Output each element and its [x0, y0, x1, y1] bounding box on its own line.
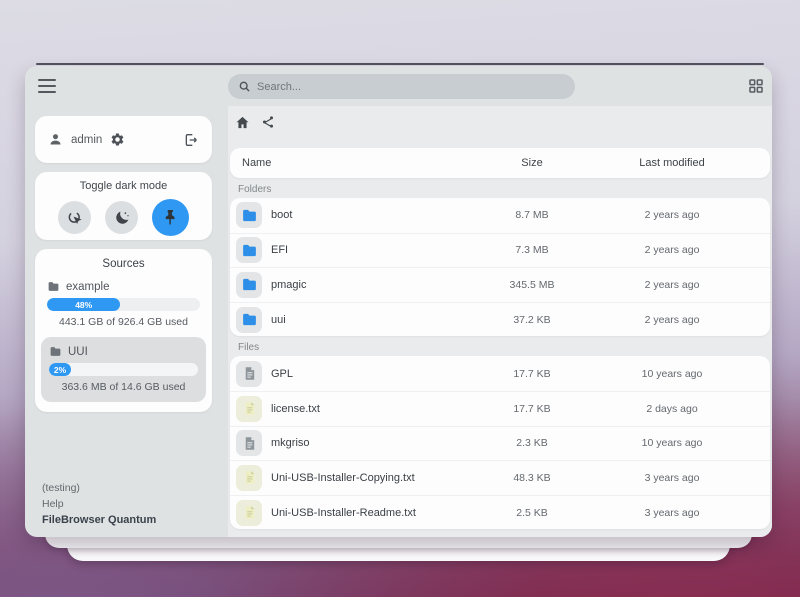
file-list-card: boot 8.7 MB 2 years ago — [230, 198, 770, 336]
file-type-icon — [236, 307, 262, 333]
source-item[interactable]: example 48% 443.1 GB of 926.4 GB used — [35, 276, 212, 328]
source-item[interactable]: UUI 2% 363.6 MB of 14.6 GB used — [41, 337, 206, 402]
column-modified[interactable]: Last modified — [582, 157, 762, 169]
section-label: Files — [238, 342, 772, 353]
username-label: admin — [71, 134, 102, 146]
auto-mode-icon[interactable] — [58, 201, 91, 234]
file-type-icon — [236, 396, 262, 422]
file-modified: 3 years ago — [582, 507, 762, 519]
sources-card: Sources example 48% 443.1 GB of 926.4 GB… — [35, 249, 212, 412]
user-icon — [48, 132, 63, 147]
file-list-card: GPL 17.7 KB 10 years ago — [230, 356, 770, 529]
pin-mode-icon[interactable] — [152, 199, 189, 236]
file-type-icon — [236, 272, 262, 298]
file-name: license.txt — [271, 403, 320, 415]
file-modified: 10 years ago — [582, 368, 762, 380]
file-type-icon — [236, 465, 262, 491]
file-size: 17.7 KB — [482, 403, 582, 415]
folder-icon — [47, 280, 60, 293]
file-row[interactable]: boot 8.7 MB 2 years ago — [230, 198, 770, 233]
file-type-icon — [236, 430, 262, 456]
usage-percent: 2% — [54, 365, 66, 375]
file-modified: 2 years ago — [582, 314, 762, 326]
folder-icon — [49, 345, 62, 358]
top-bar — [25, 66, 772, 106]
file-name: GPL — [271, 368, 293, 380]
file-size: 8.7 MB — [482, 209, 582, 221]
breadcrumb — [228, 106, 772, 132]
menu-icon[interactable] — [38, 79, 56, 93]
file-size: 17.7 KB — [482, 368, 582, 380]
file-modified: 3 years ago — [582, 472, 762, 484]
usage-percent: 48% — [75, 300, 92, 310]
file-modified: 2 years ago — [582, 279, 762, 291]
dark-mode-card: Toggle dark mode — [35, 172, 212, 240]
share-icon[interactable] — [261, 115, 275, 129]
file-row[interactable]: Uni-USB-Installer-Readme.txt 2.5 KB 3 ye… — [230, 495, 770, 530]
file-modified: 2 days ago — [582, 403, 762, 415]
sources-list: example 48% 443.1 GB of 926.4 GB used UU… — [35, 276, 212, 402]
file-name: EFI — [271, 244, 288, 256]
file-size: 2.5 KB — [482, 507, 582, 519]
file-row[interactable]: EFI 7.3 MB 2 years ago — [230, 233, 770, 268]
sidebar-footer: (testing) Help FileBrowser Quantum — [42, 480, 156, 528]
listing-sections: Folders b — [228, 184, 772, 529]
file-row[interactable]: license.txt 17.7 KB 2 days ago — [230, 391, 770, 426]
grid-view-icon[interactable] — [748, 78, 764, 94]
file-row[interactable]: pmagic 345.5 MB 2 years ago — [230, 267, 770, 302]
file-row[interactable]: uui 37.2 KB 2 years ago — [230, 302, 770, 337]
sources-title: Sources — [35, 258, 212, 270]
version-link[interactable]: (testing) — [42, 480, 156, 496]
file-size: 37.2 KB — [482, 314, 582, 326]
file-name: uui — [271, 314, 286, 326]
user-card: admin — [35, 116, 212, 163]
sidebar: admin Toggle dark mode — [25, 106, 228, 537]
file-name: boot — [271, 209, 292, 221]
file-listing-panel: Name Size Last modified Folders — [228, 106, 772, 537]
source-name: UUI — [68, 346, 88, 358]
section-label: Folders — [238, 184, 772, 195]
settings-gear-icon[interactable] — [110, 132, 125, 147]
column-size[interactable]: Size — [482, 157, 582, 169]
file-type-icon — [236, 500, 262, 526]
file-name: mkgriso — [271, 437, 310, 449]
file-size: 48.3 KB — [482, 472, 582, 484]
home-icon[interactable] — [235, 115, 250, 130]
file-type-icon — [236, 202, 262, 228]
file-row[interactable]: GPL 17.7 KB 10 years ago — [230, 356, 770, 391]
background-card-edge — [36, 63, 764, 65]
file-modified: 10 years ago — [582, 437, 762, 449]
source-name: example — [66, 281, 109, 293]
search-icon — [238, 80, 251, 93]
file-row[interactable]: Uni-USB-Installer-Copying.txt 48.3 KB 3 … — [230, 460, 770, 495]
list-header: Name Size Last modified — [230, 148, 770, 178]
file-modified: 2 years ago — [582, 244, 762, 256]
file-name: Uni-USB-Installer-Readme.txt — [271, 507, 416, 519]
file-size: 2.3 KB — [482, 437, 582, 449]
search-input[interactable] — [257, 81, 565, 93]
app-window: admin Toggle dark mode — [25, 66, 772, 537]
file-size: 345.5 MB — [482, 279, 582, 291]
listing-section: Files GPL — [228, 342, 772, 529]
file-size: 7.3 MB — [482, 244, 582, 256]
listing-section: Folders b — [228, 184, 772, 336]
usage-text: 443.1 GB of 926.4 GB used — [47, 316, 200, 328]
file-name: Uni-USB-Installer-Copying.txt — [271, 472, 415, 484]
file-type-icon — [236, 237, 262, 263]
logout-icon[interactable] — [183, 132, 199, 148]
file-type-icon — [236, 361, 262, 387]
dark-mode-title: Toggle dark mode — [35, 180, 212, 192]
file-row[interactable]: mkgriso 2.3 KB 10 years ago — [230, 426, 770, 461]
file-modified: 2 years ago — [582, 209, 762, 221]
column-name[interactable]: Name — [236, 157, 482, 169]
usage-text: 363.6 MB of 14.6 GB used — [49, 381, 198, 393]
dark-mode-moon-icon[interactable] — [105, 201, 138, 234]
app-name: FileBrowser Quantum — [42, 512, 156, 528]
file-name: pmagic — [271, 279, 306, 291]
usage-progressbar: 48% — [47, 298, 200, 311]
usage-progressbar: 2% — [49, 363, 198, 376]
search-bar[interactable] — [228, 74, 575, 99]
help-link[interactable]: Help — [42, 496, 156, 512]
